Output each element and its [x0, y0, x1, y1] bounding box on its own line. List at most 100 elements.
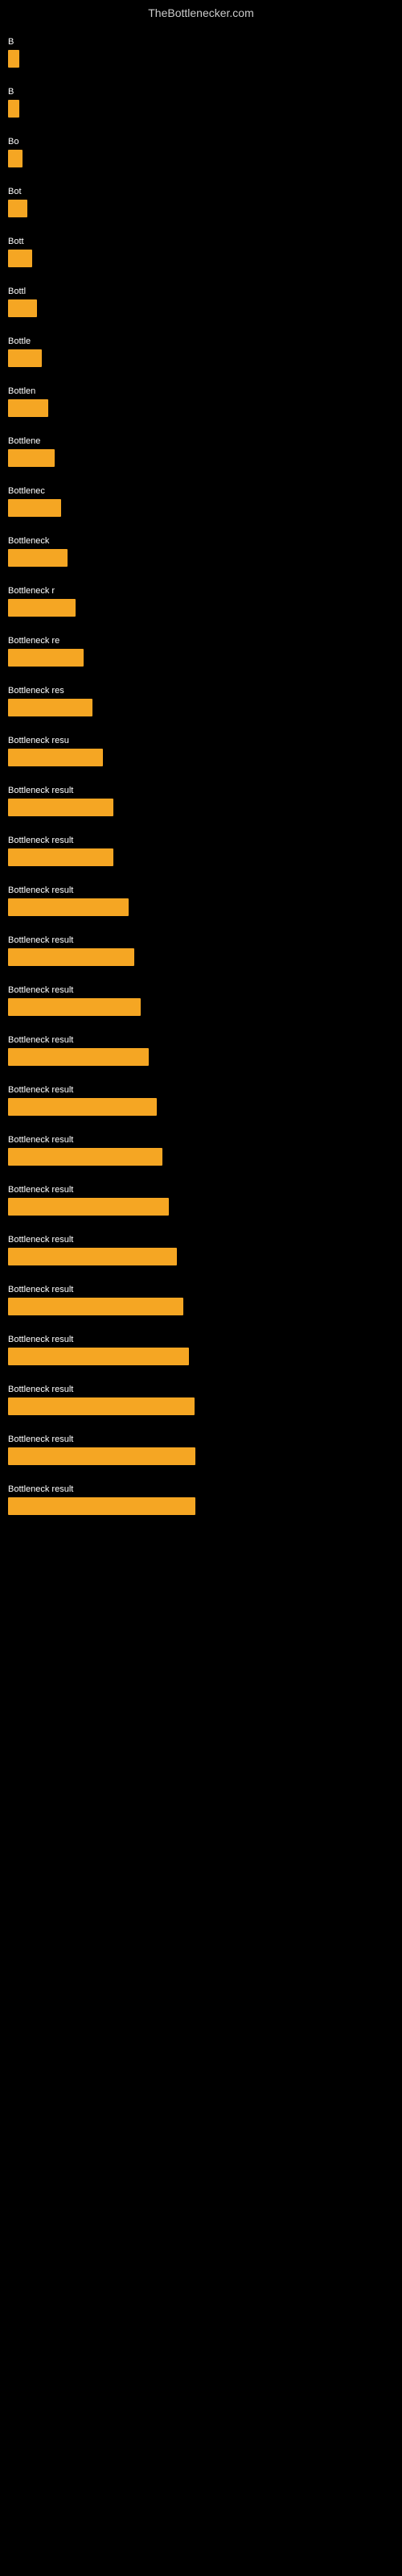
bar-row: Bo [8, 129, 394, 172]
bar-fill [8, 1348, 189, 1365]
bar-row: Bot [8, 179, 394, 222]
bar-fill [8, 799, 113, 816]
bar-track [8, 399, 394, 417]
bar-row: Bottleneck r [8, 578, 394, 621]
bar-row: Bottlen [8, 378, 394, 422]
bar-track [8, 948, 394, 966]
bar-track [8, 100, 394, 118]
bar-row: Bottleneck resu [8, 728, 394, 771]
bar-track [8, 150, 394, 167]
page-title: TheBottlenecker.com [0, 0, 402, 29]
bar-track [8, 349, 394, 367]
bar-row: Bottlenec [8, 478, 394, 522]
bar-track [8, 898, 394, 916]
bar-track [8, 200, 394, 217]
bar-track [8, 50, 394, 68]
bar-label: Bottleneck result [8, 836, 394, 845]
bar-fill [8, 499, 61, 517]
bar-row: Bottleneck [8, 528, 394, 572]
bar-fill [8, 649, 84, 667]
bar-row: Bottleneck result [8, 1426, 394, 1470]
bar-track [8, 499, 394, 517]
bar-track [8, 1348, 394, 1365]
bar-track [8, 1098, 394, 1116]
bar-track [8, 449, 394, 467]
bar-track [8, 1298, 394, 1315]
bar-fill [8, 1497, 195, 1515]
bar-fill [8, 299, 37, 317]
bar-row: Bottleneck result [8, 977, 394, 1021]
bar-label: Bottleneck result [8, 1484, 394, 1494]
bar-fill [8, 449, 55, 467]
bar-row: Bottleneck result [8, 778, 394, 821]
bar-row: Bottleneck result [8, 1227, 394, 1270]
bar-row: B [8, 79, 394, 122]
bar-track [8, 549, 394, 567]
bar-label: Bottleneck result [8, 1135, 394, 1145]
bar-row: Bottleneck result [8, 1327, 394, 1370]
bar-fill [8, 150, 23, 167]
bar-track [8, 1148, 394, 1166]
bar-fill [8, 1198, 169, 1216]
bar-fill [8, 1298, 183, 1315]
bar-track [8, 699, 394, 716]
bar-label: B [8, 37, 394, 47]
bar-fill [8, 1148, 162, 1166]
bar-fill [8, 1397, 195, 1415]
bar-row: Bottl [8, 279, 394, 322]
bar-row: Bottle [8, 328, 394, 372]
bar-row: B [8, 29, 394, 72]
bar-label: Bott [8, 237, 394, 246]
bar-label: Bottleneck result [8, 985, 394, 995]
bar-row: Bottleneck result [8, 1027, 394, 1071]
bar-track [8, 1447, 394, 1465]
bar-fill [8, 1048, 149, 1066]
bar-fill [8, 349, 42, 367]
bar-label: Bottle [8, 336, 394, 346]
bar-fill [8, 749, 103, 766]
bar-label: Bottleneck result [8, 1035, 394, 1045]
bar-fill [8, 599, 76, 617]
bar-label: Bottleneck result [8, 1285, 394, 1294]
bar-label: Bottleneck [8, 536, 394, 546]
bar-label: Bottleneck resu [8, 736, 394, 745]
bar-row: Bottleneck result [8, 1177, 394, 1220]
bar-track [8, 998, 394, 1016]
bar-label: Bottleneck re [8, 636, 394, 646]
bar-row: Bottleneck result [8, 927, 394, 971]
bar-track [8, 299, 394, 317]
bar-label: Bottleneck result [8, 1185, 394, 1195]
bar-track [8, 848, 394, 866]
bar-fill [8, 1248, 177, 1265]
bar-fill [8, 549, 68, 567]
bar-fill [8, 699, 92, 716]
bar-fill [8, 1098, 157, 1116]
bar-label: Bottl [8, 287, 394, 296]
bar-fill [8, 998, 141, 1016]
bars-container: B B Bo Bot Bott Bottl Bottle Bottlen Bottlene Bot… [0, 29, 402, 1526]
bar-label: Bottlene [8, 436, 394, 446]
bar-track [8, 1198, 394, 1216]
bar-track [8, 1397, 394, 1415]
bar-row: Bottleneck result [8, 1277, 394, 1320]
bar-row: Bottleneck result [8, 1377, 394, 1420]
bar-label: Bot [8, 187, 394, 196]
bar-label: Bottleneck result [8, 1385, 394, 1394]
bar-label: Bottleneck result [8, 886, 394, 895]
bar-fill [8, 200, 27, 217]
bar-label: Bo [8, 137, 394, 147]
bar-label: Bottlenec [8, 486, 394, 496]
bar-track [8, 649, 394, 667]
bar-row: Bottleneck result [8, 1127, 394, 1170]
bar-fill [8, 898, 129, 916]
bar-row: Bottleneck result [8, 828, 394, 871]
bar-label: Bottleneck result [8, 1335, 394, 1344]
bar-label: Bottleneck result [8, 1085, 394, 1095]
bar-label: B [8, 87, 394, 97]
bar-fill [8, 1447, 195, 1465]
bar-label: Bottlen [8, 386, 394, 396]
bar-fill [8, 50, 19, 68]
bar-label: Bottleneck res [8, 686, 394, 696]
bar-track [8, 599, 394, 617]
bar-track [8, 749, 394, 766]
